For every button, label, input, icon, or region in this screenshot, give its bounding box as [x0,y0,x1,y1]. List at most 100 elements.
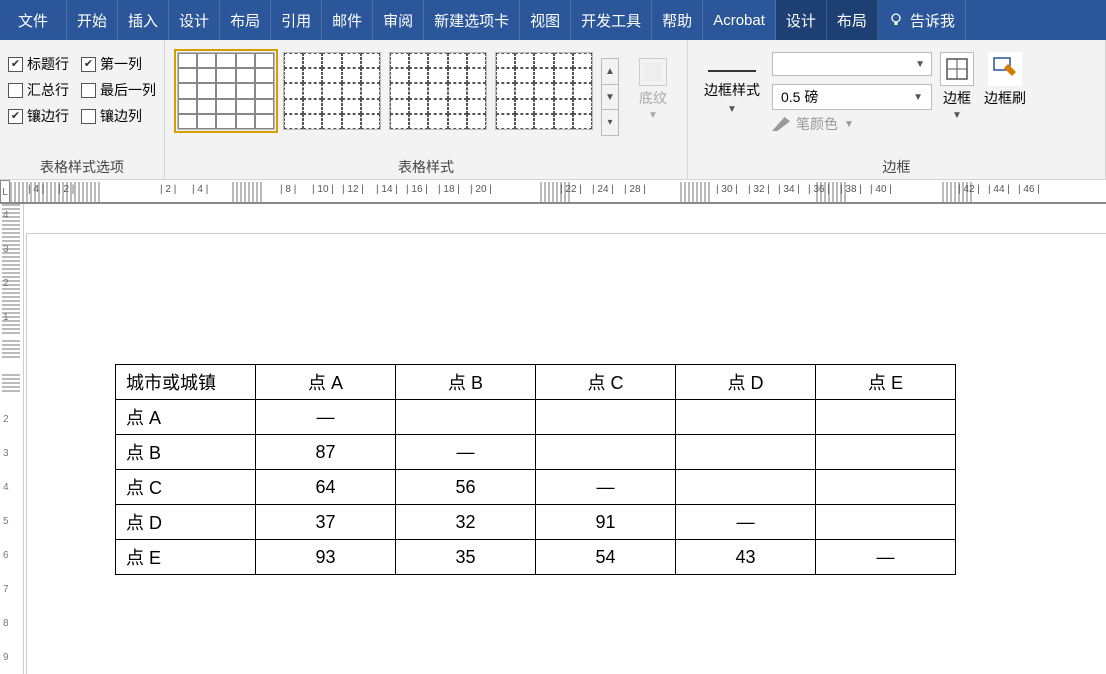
table-style-thumb[interactable] [283,52,381,130]
table-cell[interactable]: 87 [256,435,396,470]
group-label: 边框 [696,153,1097,177]
gallery-scroll[interactable]: ▲ ▼ ▾ [601,58,619,136]
table-cell[interactable] [676,400,816,435]
table-row: 点 E93355443— [116,540,956,575]
checkbox-icon [81,57,96,72]
table-cell[interactable]: 35 [396,540,536,575]
table-cell[interactable]: — [816,540,956,575]
table-header-cell[interactable]: 点 C [536,365,676,400]
checkbox-icon [8,109,23,124]
table-style-thumb[interactable] [495,52,593,130]
line-style-icon [708,70,756,72]
table-cell[interactable]: 32 [396,505,536,540]
gallery-more-icon[interactable]: ▾ [602,110,618,135]
table-cell[interactable]: 37 [256,505,396,540]
table-header-cell[interactable]: 点 D [676,365,816,400]
table-cell[interactable] [816,435,956,470]
table-cell[interactable] [676,435,816,470]
table-header-cell[interactable]: 点 E [816,365,956,400]
border-width-dropdown[interactable]: 0.5 磅 ▼ [772,84,932,110]
tab-view[interactable]: 视图 [520,0,571,40]
table-cell[interactable]: — [256,400,396,435]
table-cell[interactable]: 56 [396,470,536,505]
chevron-down-icon[interactable]: ▼ [602,85,618,111]
table-header-cell[interactable]: 点 A [256,365,396,400]
tab-help[interactable]: 帮助 [652,0,703,40]
tell-me[interactable]: 告诉我 [878,0,966,40]
checkbox-icon [81,109,96,124]
table-cell[interactable] [816,470,956,505]
table-cell[interactable]: 54 [536,540,676,575]
border-painter-button[interactable]: 边框刷 [984,52,1026,108]
tab-file[interactable]: 文件 [0,0,67,40]
shading-button[interactable]: 底纹 ▼ [631,52,675,136]
opt-total-row[interactable]: 汇总行 [8,80,69,100]
table-cell[interactable]: 64 [256,470,396,505]
tab-newtab[interactable]: 新建选项卡 [424,0,520,40]
tab-layout[interactable]: 布局 [220,0,271,40]
table-cell[interactable]: — [676,505,816,540]
tab-design[interactable]: 设计 [169,0,220,40]
tab-selector[interactable]: L [0,180,10,204]
table-cell[interactable] [536,400,676,435]
ribbon-tabs: 文件 开始 插入 设计 布局 引用 邮件 审阅 新建选项卡 视图 开发工具 帮助… [0,0,1106,40]
tab-acrobat[interactable]: Acrobat [703,0,776,40]
ruler-horizontal[interactable]: L | 4 || 2 || 2 || 4 || 8 || 10 || 12 ||… [0,180,1106,204]
border-line-style-dropdown[interactable]: ▼ [772,52,932,76]
table-cell[interactable] [676,470,816,505]
opt-header-row[interactable]: 标题行 [8,54,69,74]
table-row: 点 A— [116,400,956,435]
border-painter-icon [988,52,1022,86]
table-cell[interactable] [816,400,956,435]
tab-mailings[interactable]: 邮件 [322,0,373,40]
table-style-gallery: ▲ ▼ ▾ 底纹 ▼ [173,46,679,142]
chevron-down-icon: ▼ [915,59,925,70]
table-header-cell[interactable]: 点 B [396,365,536,400]
table-cell[interactable]: 93 [256,540,396,575]
page: 城市或城镇点 A点 B点 C点 D点 E 点 A—点 B87—点 C6456—点… [27,234,1106,674]
table-row: 点 D373291— [116,505,956,540]
lightbulb-icon [888,12,904,28]
borders-button[interactable]: 边框 ▼ [940,52,974,121]
table-cell[interactable]: 点 B [116,435,256,470]
chevron-up-icon[interactable]: ▲ [602,59,618,85]
pen-color-button[interactable]: 笔颜色 ▼ [772,114,932,134]
table-cell[interactable]: 点 E [116,540,256,575]
table-cell[interactable] [396,400,536,435]
tab-references[interactable]: 引用 [271,0,322,40]
tab-insert[interactable]: 插入 [118,0,169,40]
table-cell[interactable]: 点 C [116,470,256,505]
tab-home[interactable]: 开始 [67,0,118,40]
pen-icon [772,117,790,131]
table-style-thumb[interactable] [177,52,275,130]
checkbox-icon [8,57,23,72]
document-table[interactable]: 城市或城镇点 A点 B点 C点 D点 E 点 A—点 B87—点 C6456—点… [115,364,956,575]
table-cell[interactable] [816,505,956,540]
table-row: 点 B87— [116,435,956,470]
checkbox-icon [8,83,23,98]
ribbon: 标题行 第一列 汇总行 最后一列 镶边行 镶边列 表格样式选项 [0,40,1106,180]
opt-first-col[interactable]: 第一列 [81,54,156,74]
tab-table-layout[interactable]: 布局 [827,0,878,40]
tab-developer[interactable]: 开发工具 [571,0,652,40]
table-cell[interactable] [536,435,676,470]
table-style-thumb[interactable] [389,52,487,130]
table-cell[interactable]: — [536,470,676,505]
checkbox-icon [81,83,96,98]
table-header-row: 城市或城镇点 A点 B点 C点 D点 E [116,365,956,400]
border-styles-button[interactable]: 边框样式 ▼ [696,46,768,121]
paint-bucket-icon [639,58,667,86]
opt-banded-col[interactable]: 镶边列 [81,106,156,126]
table-cell[interactable]: 91 [536,505,676,540]
tab-table-design[interactable]: 设计 [776,0,827,40]
opt-last-col[interactable]: 最后一列 [81,80,156,100]
table-cell[interactable]: — [396,435,536,470]
group-label: 表格样式 [173,153,679,177]
opt-banded-row[interactable]: 镶边行 [8,106,69,126]
table-cell[interactable]: 43 [676,540,816,575]
table-header-cell[interactable]: 城市或城镇 [116,365,256,400]
table-cell[interactable]: 点 A [116,400,256,435]
tab-review[interactable]: 审阅 [373,0,424,40]
table-cell[interactable]: 点 D [116,505,256,540]
ruler-vertical[interactable]: 432123456789 [0,204,24,674]
